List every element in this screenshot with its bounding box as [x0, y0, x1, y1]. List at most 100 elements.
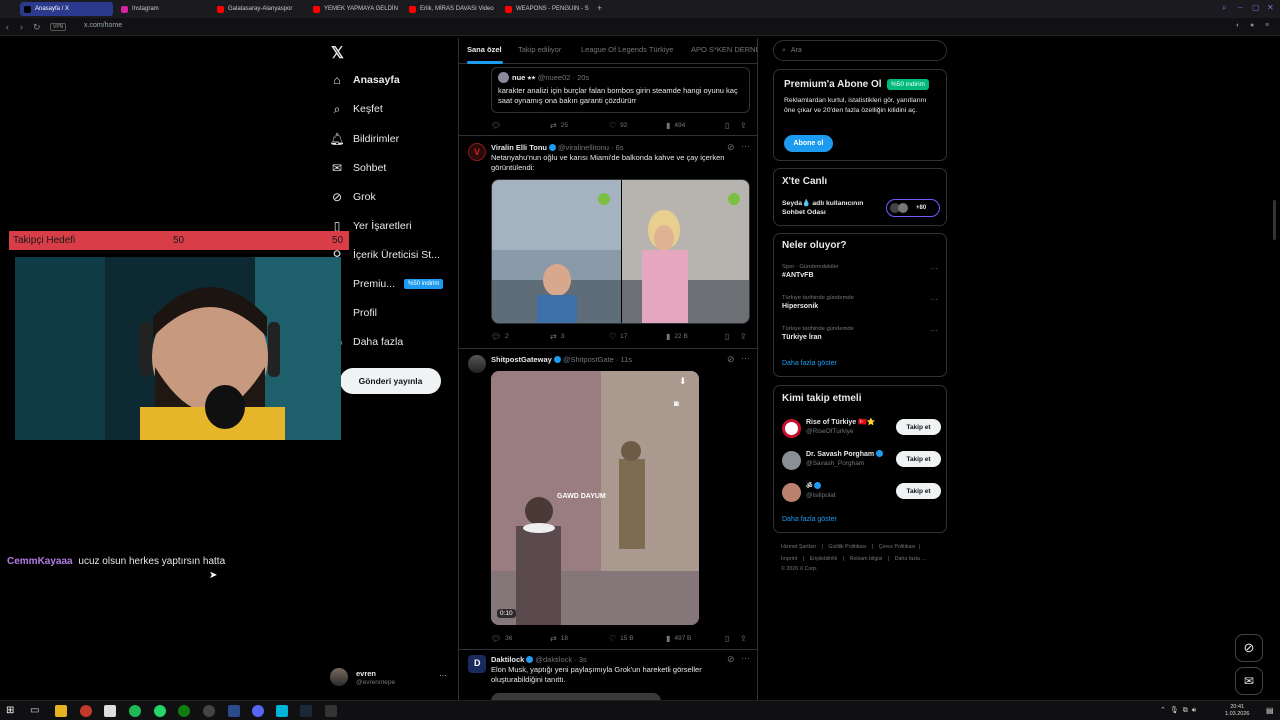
grok-icon[interactable]: ⊘: [727, 654, 735, 665]
footer-link[interactable]: Çerez Politikası: [879, 544, 916, 550]
trend-item[interactable]: Spor · Gündemdekiler #ANTvFB ···: [782, 264, 942, 279]
browser-tab-x[interactable]: Anasayfa / X: [20, 2, 113, 16]
tab-for-you[interactable]: Sana özel: [467, 45, 502, 54]
footer-link[interactable]: Reklam bilgisi: [850, 556, 883, 562]
more-dots-icon[interactable]: ···: [930, 264, 938, 273]
follow-button[interactable]: Takip et: [896, 451, 941, 467]
post-media[interactable]: [491, 179, 750, 324]
share-button[interactable]: ⇪: [740, 121, 751, 130]
more-dots-icon[interactable]: ···: [741, 653, 750, 663]
more-dots-icon[interactable]: ···: [930, 326, 938, 335]
show-more-link[interactable]: Daha fazla göster: [782, 360, 837, 367]
profile-icon[interactable]: ●: [1250, 22, 1254, 29]
menu-icon[interactable]: ≡: [1265, 22, 1269, 29]
search-tabs-icon[interactable]: ⌕: [1222, 3, 1226, 13]
search-input[interactable]: ⌕ Ara: [773, 40, 947, 61]
tab-following[interactable]: Takip ediliyor: [518, 45, 561, 54]
close-window-icon[interactable]: ✕: [1267, 3, 1274, 12]
task-view-icon[interactable]: ▭: [30, 705, 42, 717]
views-button[interactable]: ▮ 494: [666, 121, 685, 130]
grok-icon[interactable]: ⊘: [727, 354, 735, 365]
follow-suggestion[interactable]: Rise of Türkiye 🇹🇷⭐ @RiseOfTurkiye Takip…: [782, 417, 942, 439]
nav-premium[interactable]: ✕Premiu...%50 indirim: [330, 277, 444, 291]
follow-suggestion[interactable]: ॐ @isilipolat Takip et: [782, 481, 942, 503]
url-field[interactable]: x.com/home: [84, 22, 122, 29]
back-icon[interactable]: ‹: [6, 22, 9, 32]
quoted-post[interactable]: nue ⭑⭒ @nuee02 · 20s karakter analizi iç…: [491, 67, 750, 113]
repost-button[interactable]: ⇄ 25: [550, 121, 568, 130]
nav-home[interactable]: ⌂ Anasayfa: [330, 73, 399, 87]
system-tray-icons[interactable]: ⌃🎙︎⧉🔊︎: [1160, 706, 1200, 715]
nav-notifications[interactable]: 🔔︎ Bildirimler: [329, 132, 399, 146]
nav-grok[interactable]: ⊘ Grok: [330, 190, 376, 204]
notifications-icon[interactable]: ▤: [1266, 706, 1274, 715]
more-dots-icon[interactable]: ···: [741, 353, 750, 363]
repost-button[interactable]: ⇄ 18: [550, 634, 568, 643]
live-room-text[interactable]: Seyda💧 adlı kullanıcının Sohbet Odası: [782, 199, 882, 217]
subscribe-button[interactable]: Abone ol: [784, 135, 833, 152]
app-icon[interactable]: [276, 705, 288, 717]
nav-creator-studio[interactable]: ⚲ İçerik Üreticisi St...: [330, 248, 440, 262]
start-icon[interactable]: ⊞: [6, 705, 18, 717]
views-button[interactable]: ▮ 497 B: [666, 634, 691, 643]
app-icon[interactable]: [228, 705, 240, 717]
download-icon[interactable]: ⬇: [679, 376, 687, 387]
follow-button[interactable]: Takip et: [896, 483, 941, 499]
browser-tab-youtube-2[interactable]: YEMEK YAPMAYA GELDİN: [309, 2, 401, 16]
views-button[interactable]: ▮ 22 B: [666, 332, 688, 341]
nav-chat[interactable]: ✉ Sohbet: [330, 161, 386, 175]
grok-float-icon[interactable]: ⊘: [1235, 634, 1263, 662]
reply-button[interactable]: 💬︎ 36: [491, 634, 512, 643]
scrollbar[interactable]: [1273, 200, 1276, 240]
like-button[interactable]: ♡ 17: [609, 332, 627, 341]
maximize-icon[interactable]: ▢: [1252, 3, 1260, 12]
nav-explore[interactable]: ⌕ Keşfet: [330, 102, 383, 116]
steam-icon[interactable]: [300, 705, 312, 717]
xbox-icon[interactable]: [178, 705, 190, 717]
post[interactable]: nue ⭑⭒ @nuee02 · 20s karakter analizi iç…: [459, 64, 757, 136]
repost-button[interactable]: ⇄ 3: [550, 332, 564, 341]
reply-button[interactable]: 💬︎: [491, 121, 505, 130]
browser-tab-youtube-1[interactable]: Galatasaray-Alanyaspor: [213, 2, 305, 16]
reply-button[interactable]: 💬︎ 2: [491, 332, 509, 341]
like-button[interactable]: ♡ 92: [609, 121, 627, 130]
post-button[interactable]: Gönderi yayınla: [340, 368, 441, 394]
extensions-icon[interactable]: ◐: [1236, 22, 1240, 29]
footer-link[interactable]: İmprint: [781, 556, 797, 562]
share-button[interactable]: ⇪: [740, 634, 751, 643]
spotify-icon[interactable]: [129, 705, 141, 717]
app-icon[interactable]: [325, 705, 337, 717]
minimize-icon[interactable]: –: [1238, 3, 1242, 12]
follow-button[interactable]: Takip et: [896, 419, 941, 435]
messages-float-icon[interactable]: ✉: [1235, 667, 1263, 695]
trend-item[interactable]: Türkiye tarihinde gündemde Türkiye İran …: [782, 326, 942, 341]
account-switcher[interactable]: evren @evrenntepe ···: [330, 666, 450, 690]
browser-tab-instagram[interactable]: Instagram: [117, 2, 209, 16]
footer-link[interactable]: Erişilebilirlik: [810, 556, 838, 562]
clock[interactable]: 20:41 1.03.2026: [1225, 704, 1249, 718]
bookmark-button[interactable]: ▯: [725, 121, 733, 130]
more-dots-icon[interactable]: ···: [930, 295, 938, 304]
browser-tab-youtube-3[interactable]: Erlik, MİRAS DAVASI Video: [405, 2, 497, 16]
post[interactable]: ShitpostGateway @ShitpostGate · 11s ⊘ ···…: [459, 350, 757, 650]
vpn-badge[interactable]: VPN: [50, 23, 67, 31]
new-tab-icon[interactable]: +: [597, 3, 602, 13]
x-logo-icon[interactable]: 𝕏: [331, 43, 344, 63]
more-dots-icon[interactable]: ···: [741, 141, 750, 151]
footer-link[interactable]: Daha fazla ...: [895, 556, 926, 562]
notes-icon[interactable]: [104, 705, 116, 717]
grok-icon[interactable]: ⊘: [727, 142, 735, 153]
show-more-link[interactable]: Daha fazla göster: [782, 516, 837, 523]
share-button[interactable]: ⇪: [740, 332, 751, 341]
post[interactable]: V Viralin Elli Tonu @viralinellitonu · 6s…: [459, 137, 757, 349]
like-button[interactable]: ♡ 15 B: [609, 634, 634, 643]
whatsapp-icon[interactable]: [154, 705, 166, 717]
discord-icon[interactable]: [252, 705, 264, 717]
tab-community[interactable]: APO S*KEN DERNE: [691, 45, 757, 54]
follow-suggestion[interactable]: Dr. Savash Porgham @Savash_Porgham Takip…: [782, 449, 942, 471]
post-video[interactable]: GAWD DAYUM ⬇ ◙ 0:10: [491, 371, 699, 625]
footer-link[interactable]: Hizmet Şartları: [781, 544, 816, 550]
bookmark-button[interactable]: ▯: [725, 332, 733, 341]
file-explorer-icon[interactable]: [55, 705, 67, 717]
reload-icon[interactable]: ↻: [33, 22, 41, 33]
